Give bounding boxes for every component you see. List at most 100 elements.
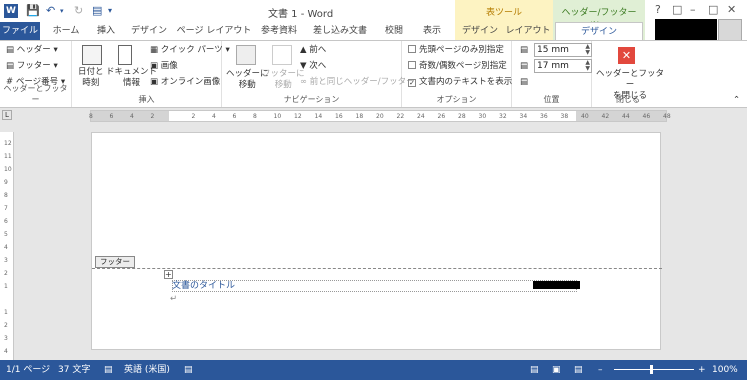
window-title: 文書 1 - Word [268,9,334,20]
next-icon: ▼ [300,61,307,71]
link-prev-button[interactable]: ∞ 前と同じヘッダー/フッター [300,77,415,88]
tab-file[interactable]: ファイル [0,22,40,40]
header-position-value: 15 mm [537,45,569,55]
checkbox-checked-icon: ✓ [408,79,416,87]
calendar-icon [82,45,102,65]
maximize-icon[interactable]: □ [708,3,718,16]
customize-qat-icon[interactable]: ▾ [108,3,112,19]
ruler-tick-label: 7 [4,205,8,212]
footer-text[interactable]: 文書のタイトル [172,281,235,291]
tab-view[interactable]: 表示 [414,22,450,40]
footer-position-value: 17 mm [537,61,569,71]
header-position-icon: ▤ [520,45,529,55]
macro-icon[interactable]: ▤ [184,360,193,380]
language[interactable]: 英語 (米国) [124,360,170,380]
undo-icon[interactable]: ↶ [46,3,55,19]
online-picture-button[interactable]: ▣ オンライン画像 [150,77,220,88]
group-label: ナビゲーション [283,95,340,104]
odd-even-checkbox[interactable]: 奇数/偶数ページ別指定 [408,61,507,72]
picture-button[interactable]: ▣ 画像 [150,61,178,72]
picture-icon: ▣ [150,61,159,71]
zoom-in-icon[interactable]: + [698,360,706,380]
ruler-tick-label: 3 [4,335,8,342]
group-label: 位置 [543,95,560,104]
footer-separator [92,268,662,269]
footer-tag: フッター [95,256,135,268]
language-icon: ▤ [104,365,113,375]
footer-label: フッター [16,61,51,71]
footer-position-icon: ▤ [520,61,529,71]
tab-table-layout[interactable]: レイアウト [505,22,551,40]
footer-button[interactable]: ▤ フッター ▾ [6,61,58,72]
avatar[interactable] [718,19,742,41]
page-count[interactable]: 1/1 ページ [6,360,50,380]
word-logo-icon: W [4,4,18,18]
zoom-slider[interactable] [614,369,694,370]
vertical-ruler[interactable]: 12 11 10 9 8 7 6 5 4 3 2 1 1 2 3 4 [0,132,14,360]
tab-insert[interactable]: 挿入 [90,22,122,40]
online-picture-label: オンライン画像 [160,77,221,87]
tab-header-footer-design[interactable]: デザイン [555,22,643,41]
save-icon[interactable]: 💾 [26,3,40,19]
ruler-tick-label: 10 [273,113,282,120]
group-position: ▤ 15 mm ▲ ▼ ▤ 17 mm ▲ ▼ ▤ 位置 [512,41,592,107]
tab-mailings[interactable]: 差し込み文書 [306,22,374,40]
read-mode-icon[interactable]: ▤ [530,360,539,380]
ruler-tick-label: 44 [622,113,630,120]
web-layout-icon[interactable]: ▤ [574,360,583,380]
redo-icon[interactable]: ↻ [74,3,83,19]
tab-selector-icon[interactable]: L [2,110,12,120]
next-button[interactable]: ▼ 次へ [300,61,326,72]
ruler-tick-label: 5 [4,231,8,238]
ruler-tick-label: 2 [150,113,155,120]
ruler-tick-label: 8 [89,113,93,120]
collapse-ribbon-icon[interactable]: ⌃ [733,95,740,106]
header-button[interactable]: ▤ ヘッダー ▾ [6,45,58,56]
ribbon-display-icon[interactable]: □ [672,3,682,16]
spinner-arrows-icon[interactable]: ▲ ▼ [585,60,590,72]
close-header-footer-icon: ✕ [618,47,635,64]
goto-footer-button[interactable]: フッターに 移動 [262,69,305,91]
tab-home[interactable]: ホーム [46,22,86,40]
word-count[interactable]: 37 文字 [58,360,90,380]
close-window-icon[interactable]: ✕ [727,3,736,16]
header-icon: ▤ [6,45,15,55]
goto-header-icon [236,45,256,65]
zoom-slider-thumb[interactable] [650,365,653,374]
ruler-tick-label: 34 [519,113,528,120]
zoom-out-icon[interactable]: – [598,360,603,380]
prev-button[interactable]: ▲ 前へ [300,45,326,56]
print-layout-icon[interactable]: ▣ [552,360,561,380]
tab-table-design[interactable]: デザイン [458,22,502,40]
table-move-handle-icon[interactable]: + [164,270,173,279]
account-name[interactable] [655,19,717,41]
group-navigation: ヘッダーに 移動 フッターに 移動 ▲ 前へ ▼ 次へ ∞ 前と同じヘッダー/フ… [222,41,415,107]
minimize-icon[interactable]: – [690,3,696,16]
undo-dropdown-icon[interactable]: ▾ [60,3,64,19]
print-preview-icon[interactable]: ▤ [92,3,102,19]
align-tab-icon[interactable]: ▤ [520,77,528,88]
ruler-tick-label: 2 [4,322,8,329]
quickparts-button[interactable]: ▦ クイック パーツ ▾ [150,45,230,56]
footer-position-spinner[interactable]: 17 mm ▲ ▼ [534,59,592,73]
ruler-tick-label: 6 [4,218,8,225]
header-position-spinner[interactable]: 15 mm ▲ ▼ [534,43,592,57]
document-page[interactable]: フッター + 文書のタイトル ↵ [91,132,662,350]
tab-page-layout[interactable]: ページ レイアウト [176,22,252,40]
horizontal-ruler[interactable]: 8 6 4 2 2 4 6 8 10 12 14 16 18 20 22 24 26 28 30 32 34 36 38 40… [89,110,671,122]
tab-design[interactable]: デザイン [126,22,172,40]
first-page-checkbox[interactable]: 先頭ページのみ別指定 [408,45,504,56]
ruler-tick-label: 28 [458,113,466,120]
tab-review[interactable]: 校閲 [378,22,410,40]
ruler-tick-label: 14 [314,113,323,120]
zoom-level[interactable]: 100% [712,360,738,380]
spinner-arrows-icon[interactable]: ▲ ▼ [585,44,590,56]
tab-references[interactable]: 参考資料 [254,22,304,40]
ruler-tick-label: 6 [109,113,114,120]
help-icon[interactable]: ? [655,3,661,16]
ruler-tick-label: 8 [253,113,257,120]
ruler-tick-label: 6 [232,113,237,120]
datetime-button[interactable]: 日付と 時刻 [78,67,104,89]
ruler-tick-label: 36 [540,113,548,120]
show-text-checkbox[interactable]: ✓ 文書内のテキストを表示 [408,77,512,88]
